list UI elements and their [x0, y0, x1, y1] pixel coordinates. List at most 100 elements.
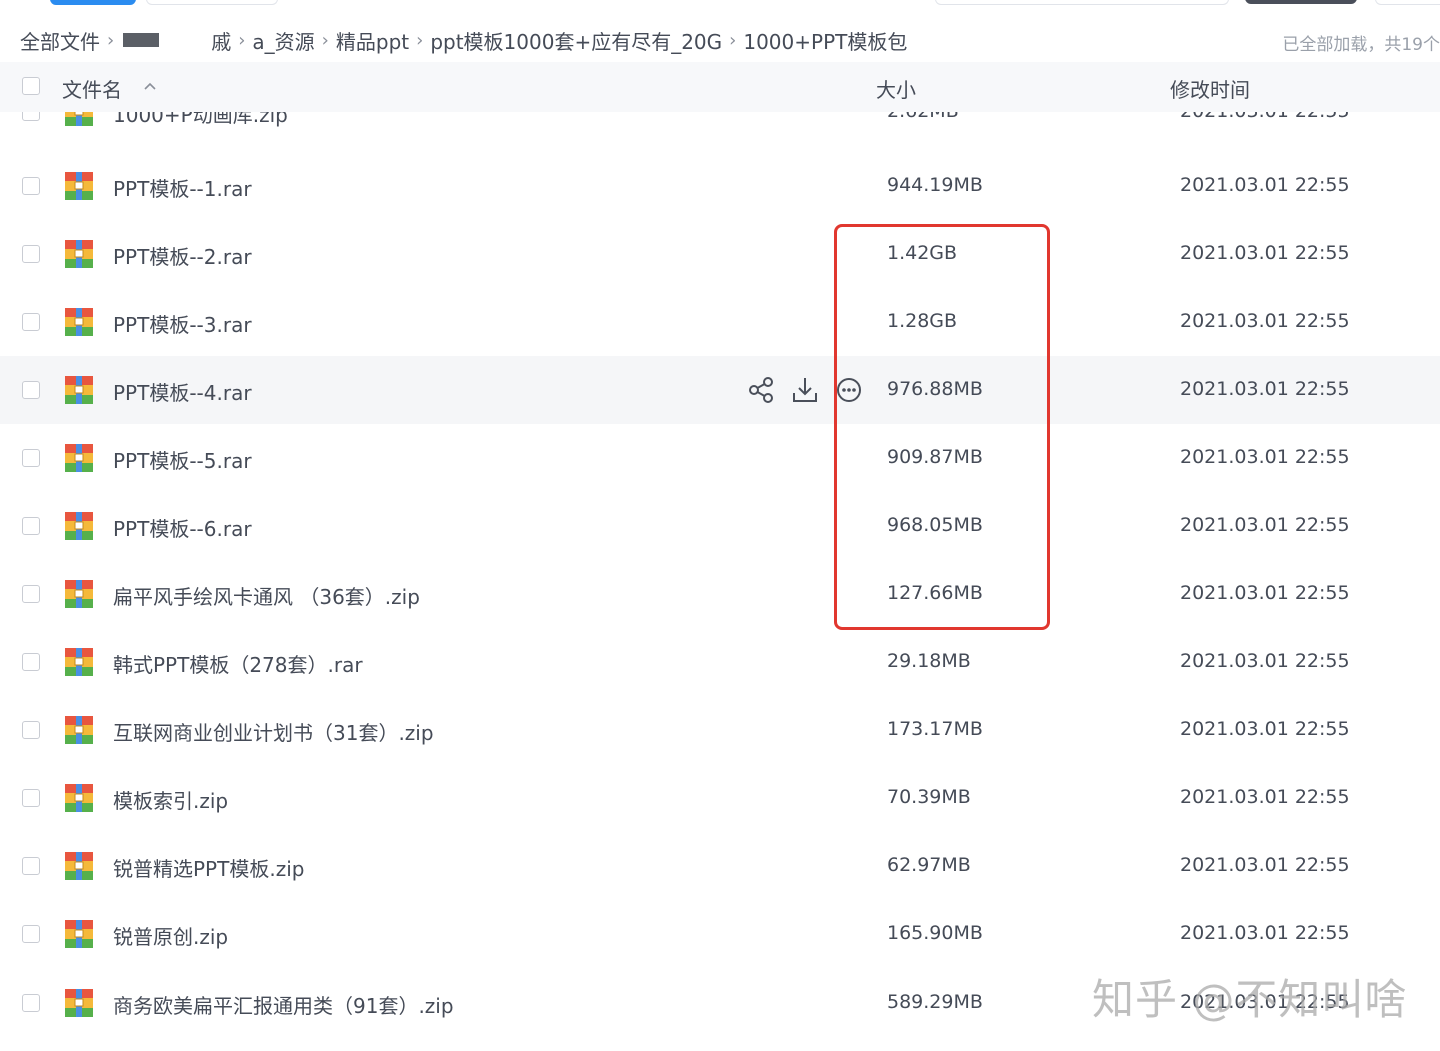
- row-checkbox[interactable]: [22, 994, 40, 1012]
- redacted-block: [123, 33, 160, 47]
- sort-asc-icon[interactable]: [142, 78, 158, 94]
- file-name[interactable]: 扁平风手绘风卡通风 （36套）.zip: [113, 581, 420, 610]
- file-size: 976.88MB: [887, 378, 983, 400]
- row-checkbox[interactable]: [22, 925, 40, 943]
- file-name[interactable]: 模板索引.zip: [113, 785, 228, 814]
- file-name[interactable]: 1000+P动画库.zip: [113, 112, 288, 128]
- file-size: 165.90MB: [887, 922, 983, 944]
- file-name[interactable]: 互联网商业创业计划书（31套）.zip: [113, 717, 434, 746]
- column-header-modified[interactable]: 修改时间: [1170, 74, 1250, 103]
- search-input[interactable]: [935, 0, 1229, 5]
- load-status: 已全部加载，共19个: [1282, 35, 1440, 55]
- file-list: 1000+P动画库.zip 2.62MB 2021.03.01 22:55 PP…: [0, 112, 1440, 1051]
- row-checkbox[interactable]: [22, 857, 40, 875]
- table-row[interactable]: 互联网商业创业计划书（31套）.zip 173.17MB 2021.03.01 …: [0, 696, 1440, 764]
- file-modified: 2021.03.01 22:55: [1180, 650, 1350, 672]
- breadcrumb-partial[interactable]: 戚: [211, 26, 231, 55]
- column-header-size[interactable]: 大小: [876, 74, 916, 103]
- view-toggle-button[interactable]: [1245, 0, 1357, 4]
- chevron-right-icon: ›: [107, 29, 115, 51]
- row-checkbox[interactable]: [22, 112, 40, 121]
- row-checkbox[interactable]: [22, 381, 40, 399]
- row-checkbox[interactable]: [22, 721, 40, 739]
- table-row[interactable]: PPT模板--1.rar 944.19MB 2021.03.01 22:55: [0, 152, 1440, 220]
- file-size: 944.19MB: [887, 174, 983, 196]
- table-row[interactable]: 扁平风手绘风卡通风 （36套）.zip 127.66MB 2021.03.01 …: [0, 560, 1440, 628]
- file-modified: 2021.03.01 22:55: [1180, 854, 1350, 876]
- archive-file-icon: [65, 240, 93, 268]
- file-name[interactable]: 商务欧美扁平汇报通用类（91套）.zip: [113, 990, 454, 1019]
- chevron-right-icon: ›: [321, 29, 329, 51]
- breadcrumb-item-resources[interactable]: a_资源: [252, 26, 314, 55]
- file-size: 29.18MB: [887, 650, 971, 672]
- new-folder-button[interactable]: [146, 0, 278, 5]
- archive-file-icon: [65, 580, 93, 608]
- file-modified: 2021.03.01 22:55: [1180, 922, 1350, 944]
- file-modified: 2021.03.01 22:55: [1180, 174, 1350, 196]
- table-row[interactable]: 商务欧美扁平汇报通用类（91套）.zip 589.29MB 2021.03.01…: [0, 969, 1440, 1037]
- file-name[interactable]: 锐普精选PPT模板.zip: [113, 853, 304, 882]
- table-row[interactable]: PPT模板--2.rar 1.42GB 2021.03.01 22:55: [0, 220, 1440, 288]
- file-size: 589.29MB: [887, 991, 983, 1013]
- download-icon[interactable]: [790, 375, 820, 405]
- table-row[interactable]: 锐普原创.zip 165.90MB 2021.03.01 22:55: [0, 900, 1440, 968]
- file-name[interactable]: 韩式PPT模板（278套）.rar: [113, 649, 363, 678]
- table-row[interactable]: 1000+P动画库.zip 2.62MB 2021.03.01 22:55: [0, 112, 1440, 146]
- table-row[interactable]: 韩式PPT模板（278套）.rar 29.18MB 2021.03.01 22:…: [0, 628, 1440, 696]
- row-actions: [746, 375, 864, 405]
- file-size: 2.62MB: [887, 112, 959, 122]
- chevron-right-icon: ›: [238, 29, 246, 51]
- upload-button[interactable]: [50, 0, 136, 5]
- table-row-hovered[interactable]: PPT模板--4.rar 976.88MB 2021.03.01 22:55: [0, 356, 1440, 424]
- file-name[interactable]: PPT模板--1.rar: [113, 173, 252, 202]
- chevron-right-icon: ›: [729, 29, 737, 51]
- file-modified: 2021.03.01 22:55: [1180, 991, 1350, 1013]
- archive-file-icon: [65, 376, 93, 404]
- row-checkbox[interactable]: [22, 789, 40, 807]
- row-checkbox[interactable]: [22, 653, 40, 671]
- more-icon[interactable]: [834, 375, 864, 405]
- file-modified: 2021.03.01 22:55: [1180, 310, 1350, 332]
- table-row[interactable]: PPT模板--5.rar 909.87MB 2021.03.01 22:55: [0, 424, 1440, 492]
- sort-button[interactable]: [1375, 0, 1440, 5]
- row-checkbox[interactable]: [22, 245, 40, 263]
- archive-file-icon: [65, 512, 93, 540]
- row-checkbox[interactable]: [22, 313, 40, 331]
- file-size: 968.05MB: [887, 514, 983, 536]
- table-row[interactable]: PPT模板--3.rar 1.28GB 2021.03.01 22:55: [0, 288, 1440, 356]
- breadcrumb-item-ppt-1000[interactable]: ppt模板1000套+应有尽有_20G: [430, 26, 722, 55]
- file-name[interactable]: PPT模板--6.rar: [113, 513, 252, 542]
- file-name[interactable]: PPT模板--2.rar: [113, 241, 252, 270]
- file-size: 909.87MB: [887, 446, 983, 468]
- file-modified: 2021.03.01 22:55: [1180, 582, 1350, 604]
- file-modified: 2021.03.01 22:55: [1180, 718, 1350, 740]
- file-size: 173.17MB: [887, 718, 983, 740]
- archive-file-icon: [65, 716, 93, 744]
- column-header-name[interactable]: 文件名: [62, 74, 122, 103]
- table-row[interactable]: PPT模板--6.rar 968.05MB 2021.03.01 22:55: [0, 492, 1440, 560]
- row-checkbox[interactable]: [22, 449, 40, 467]
- breadcrumb: 全部文件 › 戚 › a_资源 › 精品ppt › ppt模板1000套+应有尽…: [20, 22, 907, 58]
- share-icon[interactable]: [746, 375, 776, 405]
- archive-file-icon: [65, 444, 93, 472]
- file-modified: 2021.03.01 22:55: [1180, 242, 1350, 264]
- file-name[interactable]: PPT模板--3.rar: [113, 309, 252, 338]
- table-row[interactable]: 锐普精选PPT模板.zip 62.97MB 2021.03.01 22:55: [0, 832, 1440, 900]
- archive-file-icon: [65, 648, 93, 676]
- row-checkbox[interactable]: [22, 517, 40, 535]
- table-row[interactable]: 模板索引.zip 70.39MB 2021.03.01 22:55: [0, 764, 1440, 832]
- breadcrumb-root[interactable]: 全部文件: [20, 26, 100, 55]
- archive-file-icon: [65, 852, 93, 880]
- file-name[interactable]: PPT模板--5.rar: [113, 445, 252, 474]
- select-all-checkbox[interactable]: [22, 77, 40, 95]
- file-name[interactable]: 锐普原创.zip: [113, 921, 228, 950]
- archive-file-icon: [65, 989, 93, 1017]
- file-name[interactable]: PPT模板--4.rar: [113, 377, 252, 406]
- row-checkbox[interactable]: [22, 585, 40, 603]
- file-modified: 2021.03.01 22:55: [1180, 514, 1350, 536]
- breadcrumb-item-ppt[interactable]: 精品ppt: [336, 26, 409, 55]
- file-modified: 2021.03.01 22:55: [1180, 786, 1350, 808]
- file-size: 70.39MB: [887, 786, 971, 808]
- file-size: 1.42GB: [887, 242, 958, 264]
- row-checkbox[interactable]: [22, 177, 40, 195]
